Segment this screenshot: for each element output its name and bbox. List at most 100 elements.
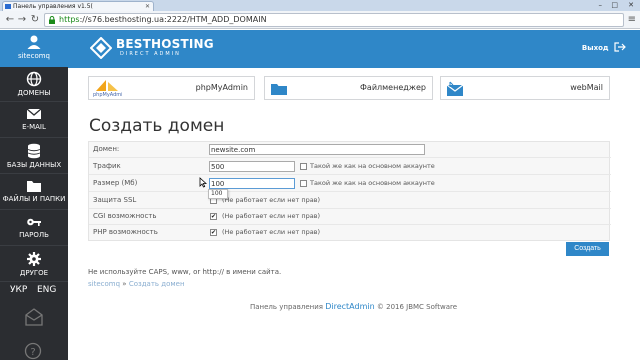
traffic-same-label: Такой же как на основном аккаунте	[310, 162, 435, 170]
quicklink-label: Файлменеджер	[360, 83, 426, 92]
mail-open-icon[interactable]	[24, 308, 44, 326]
top-header: BESTHOSTING DIRECT ADMIN Выход	[68, 30, 640, 68]
ssl-note: (Не работает если нет прав)	[222, 196, 321, 204]
sidebar-item-label: ФАЙЛЫ И ПАПКИ	[2, 195, 66, 203]
cgi-checkbox[interactable]: ✔	[210, 213, 217, 220]
address-bar: ← → ↻ https://s76.besthosting.ua:2222/HT…	[0, 11, 640, 29]
size-label: Размер (Мб)	[93, 179, 138, 187]
domain-input[interactable]	[209, 144, 425, 155]
php-checkbox[interactable]: ✔	[210, 229, 217, 236]
logout-button[interactable]: Выход	[582, 42, 626, 52]
logo-icon	[90, 37, 112, 59]
svg-text:phpMyAdmin: phpMyAdmin	[93, 92, 122, 97]
browser-menu-icon[interactable]: ≡	[628, 14, 636, 26]
mail-icon	[446, 81, 464, 96]
sidebar: sitecomq ДОМЕНЫ E-MAIL БАЗЫ ДАННЫХ ФАЙЛЫ…	[0, 30, 68, 360]
sidebar-user[interactable]: sitecomq	[0, 30, 68, 67]
footer-product-link[interactable]: DirectAdmin	[325, 302, 374, 311]
sidebar-item-label: ДРУГОЕ	[19, 269, 49, 277]
browser-tabbar: Панель управления v1.5( ✕ – □ ✕	[0, 0, 640, 11]
database-icon	[27, 143, 41, 159]
maximize-icon[interactable]: □	[611, 0, 618, 10]
window-close-icon[interactable]: ✕	[628, 0, 634, 10]
breadcrumb-separator: »	[122, 280, 127, 288]
breadcrumb-current: Создать домен	[128, 280, 185, 288]
brand-subtitle: DIRECT ADMIN	[120, 51, 181, 57]
sidebar-item-label: E-MAIL	[22, 123, 46, 131]
minimize-icon[interactable]: –	[599, 0, 603, 10]
php-label: PHP возможность	[93, 228, 158, 236]
svg-text:?: ?	[30, 347, 35, 358]
reload-icon[interactable]: ↻	[29, 14, 41, 26]
traffic-same-checkbox[interactable]	[300, 163, 307, 170]
traffic-input[interactable]	[209, 161, 295, 172]
forward-icon[interactable]: →	[16, 14, 28, 26]
lock-icon	[49, 16, 55, 24]
url-text: ://s76.besthosting.ua:2222/HTM_ADD_DOMAI…	[79, 15, 267, 24]
create-button[interactable]: Создать	[566, 242, 609, 256]
url-scheme: https	[59, 15, 80, 24]
domain-name-note: Не используйте CAPS, www, or http:// в и…	[88, 268, 282, 276]
folder-icon	[27, 181, 41, 192]
quicklink-label: phpMyAdmin	[195, 83, 248, 92]
size-row: Размер (Мб) Такой же как на основном акк…	[89, 176, 611, 192]
envelope-icon	[26, 108, 42, 119]
besthosting-logo[interactable]: BESTHOSTING DIRECT ADMIN	[90, 36, 220, 62]
sidebar-item-label: ДОМЕНЫ	[17, 89, 51, 97]
phpmyadmin-icon: phpMyAdmin	[93, 80, 122, 97]
sidebar-item-other[interactable]: ДРУГОЕ	[0, 247, 68, 282]
ssl-row: Защита SSL (Не работает если нет прав)	[89, 193, 611, 209]
autocomplete-option[interactable]: 100	[211, 190, 222, 197]
browser-tab[interactable]: Панель управления v1.5( ✕	[2, 1, 154, 11]
breadcrumb-root[interactable]: sitecomq	[88, 280, 120, 288]
cgi-row: CGI возможность ✔ (Не работает если нет …	[89, 209, 611, 225]
folder-icon	[271, 84, 287, 95]
help-icon[interactable]: ?	[24, 342, 42, 360]
traffic-row: Трафик Такой же как на основном аккаунте	[89, 159, 611, 175]
quicklink-filemanager[interactable]: Файлменеджер	[264, 76, 433, 100]
size-same-checkbox[interactable]	[300, 180, 307, 187]
sidebar-item-domains[interactable]: ДОМЕНЫ	[0, 67, 68, 102]
lang-ukr[interactable]: УКР	[10, 285, 27, 295]
footer-prefix: Панель управления	[250, 303, 323, 311]
traffic-label: Трафик	[93, 162, 121, 170]
gear-icon	[27, 252, 41, 266]
tab-close-icon[interactable]: ✕	[145, 2, 150, 11]
domain-row: Домен:	[89, 142, 611, 158]
footer: Панель управления DirectAdmin © 2016 JBM…	[250, 302, 457, 311]
size-same-label: Такой же как на основном аккаунте	[310, 179, 435, 187]
sidebar-item-label: БАЗЫ ДАННЫХ	[6, 161, 62, 169]
page-title: Создать домен	[89, 116, 225, 136]
autocomplete-dropdown[interactable]: 100	[208, 189, 228, 199]
back-icon[interactable]: ←	[4, 14, 16, 26]
logout-icon	[614, 42, 626, 52]
php-note: (Не работает если нет прав)	[222, 228, 321, 236]
lang-eng[interactable]: ENG	[37, 285, 56, 295]
brand-name: BESTHOSTING	[116, 37, 214, 51]
ssl-label: Защита SSL	[93, 196, 137, 204]
globe-icon	[26, 71, 42, 87]
language-switcher: УКР ENG	[0, 281, 68, 301]
sidebar-user-label: sitecomq	[17, 52, 51, 60]
create-domain-form: Домен: Трафик Такой же как на основном а…	[88, 141, 611, 241]
footer-copyright: © 2016 JBMC Software	[376, 303, 458, 311]
sidebar-item-password[interactable]: ПАРОЛЬ	[0, 211, 68, 246]
logout-label: Выход	[581, 44, 609, 52]
mouse-cursor-icon	[199, 177, 207, 188]
user-icon	[27, 35, 41, 49]
sidebar-item-files[interactable]: ФАЙЛЫ И ПАПКИ	[0, 175, 68, 210]
domain-label: Домен:	[93, 145, 120, 153]
cgi-note: (Не работает если нет прав)	[222, 212, 321, 220]
sidebar-item-databases[interactable]: БАЗЫ ДАННЫХ	[0, 139, 68, 174]
url-field[interactable]: https://s76.besthosting.ua:2222/HTM_ADD_…	[44, 13, 624, 27]
sidebar-item-label: ПАРОЛЬ	[19, 231, 49, 239]
quicklink-label: webMail	[570, 83, 603, 92]
tab-title: Панель управления v1.5(	[13, 3, 93, 10]
quicklink-phpmyadmin[interactable]: phpMyAdmin phpMyAdmin	[88, 76, 255, 100]
cgi-label: CGI возможность	[93, 212, 157, 220]
favicon-icon	[5, 4, 11, 9]
size-input[interactable]	[209, 178, 295, 189]
quicklink-webmail[interactable]: webMail	[440, 76, 610, 100]
php-row: PHP возможность ✔ (Не работает если нет …	[89, 225, 611, 241]
sidebar-item-email[interactable]: E-MAIL	[0, 103, 68, 138]
